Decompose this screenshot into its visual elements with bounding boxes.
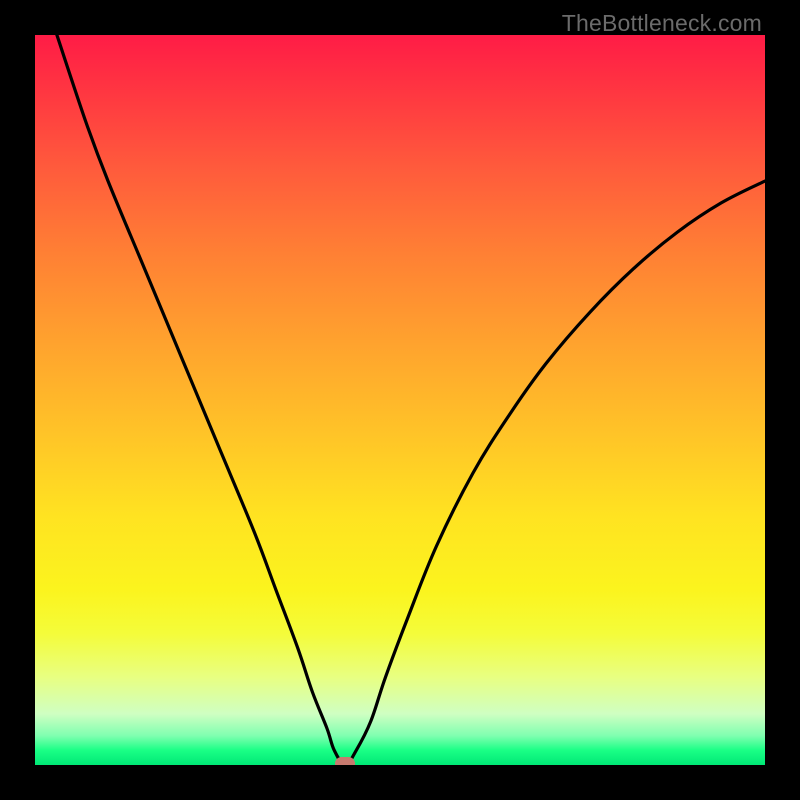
minimum-marker [335, 757, 355, 765]
curve-svg [35, 35, 765, 765]
bottleneck-curve-path [57, 35, 765, 765]
chart-frame: TheBottleneck.com [0, 0, 800, 800]
plot-area [35, 35, 765, 765]
watermark-text: TheBottleneck.com [562, 10, 762, 37]
